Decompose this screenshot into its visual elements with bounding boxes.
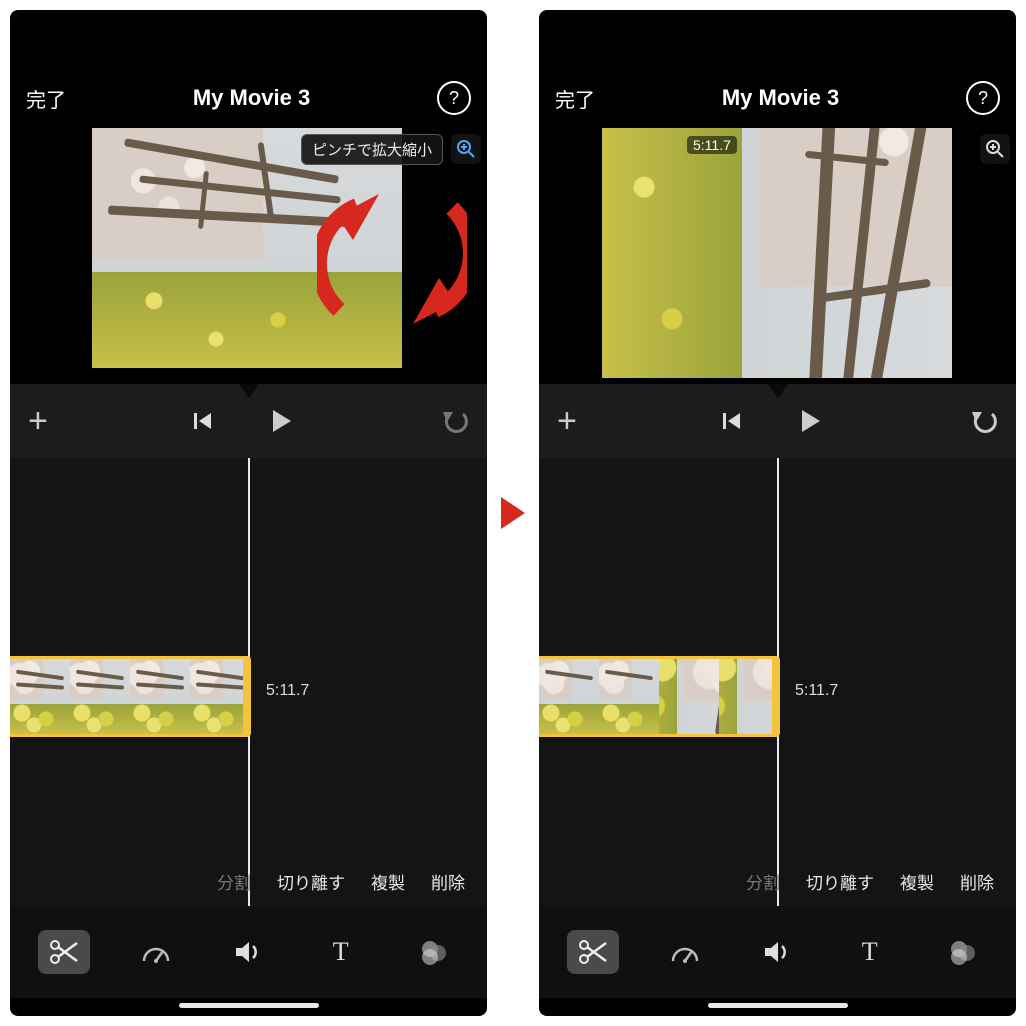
split-action[interactable]: 分割: [746, 869, 780, 894]
volume-tool[interactable]: [222, 930, 274, 974]
scissors-tool[interactable]: [567, 930, 619, 974]
speed-tool[interactable]: [130, 930, 182, 974]
speaker-icon: [233, 939, 263, 965]
clip-trim-handle[interactable]: [772, 656, 780, 737]
video-clip[interactable]: [10, 656, 248, 737]
phone-screen-before: 完了 My Movie 3 ? ピンチ: [10, 10, 487, 1016]
preview-frame: [542, 128, 1012, 378]
magnifier-plus-icon: [456, 139, 476, 159]
add-media-button[interactable]: +: [28, 402, 48, 441]
done-button[interactable]: 完了: [555, 84, 595, 113]
top-bar: 完了 My Movie 3 ?: [10, 68, 487, 128]
home-indicator[interactable]: [708, 1003, 848, 1008]
undo-button[interactable]: [441, 408, 469, 434]
detach-action[interactable]: 切り離す: [806, 869, 874, 894]
video-preview[interactable]: 5:11.7: [539, 128, 1016, 384]
filter-circles-icon: [947, 939, 977, 965]
edit-actions-row: 分割 切り離す 複製 削除: [539, 856, 1016, 906]
preview-time-badge: 5:11.7: [687, 136, 737, 154]
delete-action[interactable]: 削除: [431, 869, 465, 894]
skip-to-start-button[interactable]: [720, 409, 744, 433]
help-button[interactable]: ?: [966, 81, 1000, 115]
pinch-zoom-tooltip: ピンチで拡大縮小: [301, 134, 443, 165]
speedometer-icon: [141, 939, 171, 965]
duplicate-action[interactable]: 複製: [900, 869, 934, 894]
play-button[interactable]: [796, 407, 824, 435]
duplicate-action[interactable]: 複製: [371, 869, 405, 894]
split-action[interactable]: 分割: [217, 869, 251, 894]
transport-controls: +: [539, 384, 1016, 458]
add-media-button[interactable]: +: [557, 402, 577, 441]
skip-back-icon: [191, 409, 215, 433]
magnifier-plus-icon: [985, 139, 1005, 159]
timeline[interactable]: 5:11.7 分割 切り離す 複製 削除: [10, 458, 487, 906]
text-icon: T: [333, 937, 349, 967]
clip-duration-label: 5:11.7: [266, 682, 309, 700]
bottom-toolbar: T: [10, 906, 487, 998]
text-tool[interactable]: T: [844, 930, 896, 974]
filter-tool[interactable]: [936, 930, 988, 974]
undo-icon: [970, 408, 998, 434]
transport-controls: +: [10, 384, 487, 458]
zoom-button[interactable]: [451, 134, 481, 164]
zoom-button[interactable]: [980, 134, 1010, 164]
speaker-icon: [762, 939, 792, 965]
phone-screen-after: 完了 My Movie 3 ? 5:1: [539, 10, 1016, 1016]
rotate-gesture-annotation: [317, 178, 467, 338]
project-title: My Movie 3: [722, 85, 839, 111]
done-button[interactable]: 完了: [26, 84, 66, 113]
undo-icon: [441, 408, 469, 434]
transition-arrow-icon: [499, 495, 527, 531]
play-icon: [267, 407, 295, 435]
volume-tool[interactable]: [751, 930, 803, 974]
filter-tool[interactable]: [407, 930, 459, 974]
delete-action[interactable]: 削除: [960, 869, 994, 894]
timeline[interactable]: 5:11.7 分割 切り離す 複製 削除: [539, 458, 1016, 906]
playhead-marker-icon: [239, 384, 259, 398]
scissors-icon: [578, 939, 608, 965]
scissors-tool[interactable]: [38, 930, 90, 974]
detach-action[interactable]: 切り離す: [277, 869, 345, 894]
home-indicator[interactable]: [179, 1003, 319, 1008]
bottom-toolbar: T: [539, 906, 1016, 998]
top-bar: 完了 My Movie 3 ?: [539, 68, 1016, 128]
clip-duration-label: 5:11.7: [795, 682, 838, 700]
edit-actions-row: 分割 切り離す 複製 削除: [10, 856, 487, 906]
speed-tool[interactable]: [659, 930, 711, 974]
clip-trim-handle[interactable]: [243, 656, 251, 737]
video-preview[interactable]: ピンチで拡大縮小: [10, 128, 487, 384]
filter-circles-icon: [418, 939, 448, 965]
video-clip[interactable]: [539, 656, 777, 737]
undo-button[interactable]: [970, 408, 998, 434]
project-title: My Movie 3: [193, 85, 310, 111]
speedometer-icon: [670, 939, 700, 965]
skip-to-start-button[interactable]: [191, 409, 215, 433]
help-button[interactable]: ?: [437, 81, 471, 115]
text-tool[interactable]: T: [315, 930, 367, 974]
scissors-icon: [49, 939, 79, 965]
playhead-marker-icon: [768, 384, 788, 398]
play-button[interactable]: [267, 407, 295, 435]
play-icon: [796, 407, 824, 435]
text-icon: T: [862, 937, 878, 967]
skip-back-icon: [720, 409, 744, 433]
